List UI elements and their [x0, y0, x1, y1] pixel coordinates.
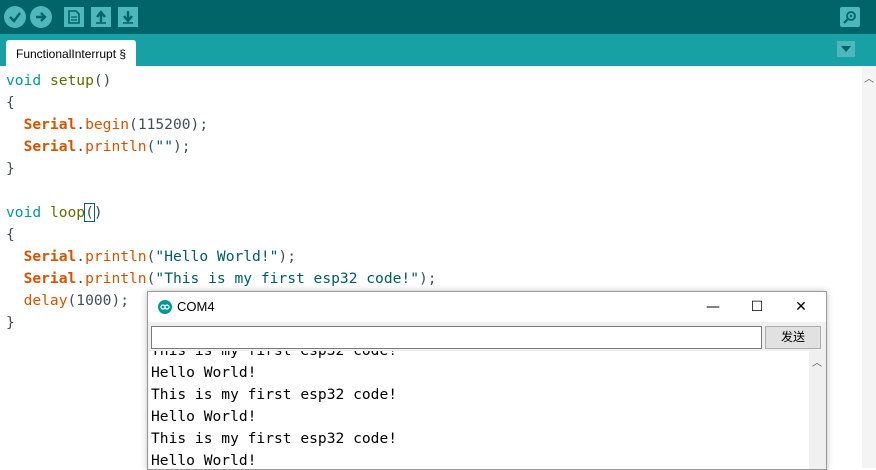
serial-output-lines: This is my first esp32 code! Hello World!… — [151, 351, 397, 469]
code-function: loop — [49, 204, 86, 221]
chevron-down-icon — [841, 46, 851, 52]
code-keyword: void — [6, 204, 42, 221]
code-serial: Serial — [23, 270, 77, 287]
scroll-up-icon[interactable]: ︿ — [812, 354, 822, 369]
output-line: This is my first esp32 code! — [151, 351, 397, 362]
magnifier-icon — [843, 11, 856, 24]
serial-input[interactable] — [152, 327, 761, 348]
serial-input-box[interactable] — [151, 326, 762, 349]
save-button[interactable] — [118, 7, 138, 27]
close-button[interactable]: ✕ — [790, 296, 812, 318]
output-line: Hello World! — [151, 452, 257, 469]
code-string: "" — [155, 138, 173, 155]
code-method: begin — [85, 116, 130, 133]
output-line: Hello World! — [151, 364, 257, 381]
tab-menu-button[interactable] — [837, 41, 855, 57]
verify-button[interactable] — [4, 6, 26, 28]
arrow-down-icon — [123, 11, 133, 24]
window-title: COM4 — [177, 299, 215, 314]
check-icon — [9, 12, 21, 23]
code-keyword: void — [6, 72, 42, 89]
upload-button[interactable] — [30, 6, 52, 28]
arrow-right-icon — [36, 12, 47, 22]
code-args: (1000); — [67, 292, 130, 309]
toolbar — [0, 0, 876, 34]
output-line: This is my first esp32 code! — [151, 386, 398, 403]
code-string: "This is my first esp32 code!" — [155, 270, 419, 287]
arrow-up-icon — [96, 10, 106, 24]
code-paren: ); — [419, 270, 437, 287]
open-button[interactable] — [91, 7, 111, 27]
arduino-icon — [158, 300, 172, 314]
code-serial: Serial — [23, 248, 77, 265]
editor-scrollbar[interactable]: ︿ — [862, 66, 876, 468]
new-button[interactable] — [64, 7, 84, 27]
code-function: setup — [49, 72, 94, 89]
code-paren-highlight: ( — [84, 203, 95, 222]
code-method: println — [85, 138, 147, 155]
maximize-button[interactable]: ☐ — [746, 296, 768, 318]
code-brace: } — [6, 314, 15, 331]
window-titlebar[interactable]: COM4 — ☐ ✕ — [148, 292, 826, 322]
code-paren: ); — [172, 138, 191, 155]
code-brace: { — [6, 94, 15, 111]
output-scrollbar[interactable]: ︿ — [809, 351, 825, 469]
serial-monitor-window: COM4 — ☐ ✕ 发送 This is my first esp32 cod… — [147, 291, 827, 470]
scroll-up-icon[interactable]: ︿ — [864, 70, 874, 85]
code-args: (115200); — [129, 116, 209, 133]
serial-output[interactable]: This is my first esp32 code! Hello World!… — [149, 351, 809, 469]
code-brace: { — [6, 226, 15, 243]
code-method: println — [85, 270, 147, 287]
code-function: delay — [23, 292, 68, 309]
code-punct: () — [93, 72, 112, 89]
tab-bar: FunctionalInterrupt § — [0, 34, 876, 66]
code-brace: } — [6, 160, 15, 177]
serial-monitor-button[interactable] — [840, 7, 860, 27]
code-serial: Serial — [23, 116, 77, 133]
file-icon — [68, 10, 80, 24]
output-line: This is my first esp32 code! — [151, 430, 398, 447]
send-button[interactable]: 发送 — [765, 326, 821, 349]
code-method: println — [85, 248, 147, 265]
code-paren: ); — [278, 248, 296, 265]
minimize-button[interactable]: — — [702, 296, 724, 318]
tab-functionalinterrupt[interactable]: FunctionalInterrupt § — [6, 40, 137, 66]
output-line: Hello World! — [151, 408, 257, 425]
code-string: "Hello World!" — [155, 248, 279, 265]
code-paren: ) — [93, 204, 103, 221]
code-serial: Serial — [23, 138, 77, 155]
